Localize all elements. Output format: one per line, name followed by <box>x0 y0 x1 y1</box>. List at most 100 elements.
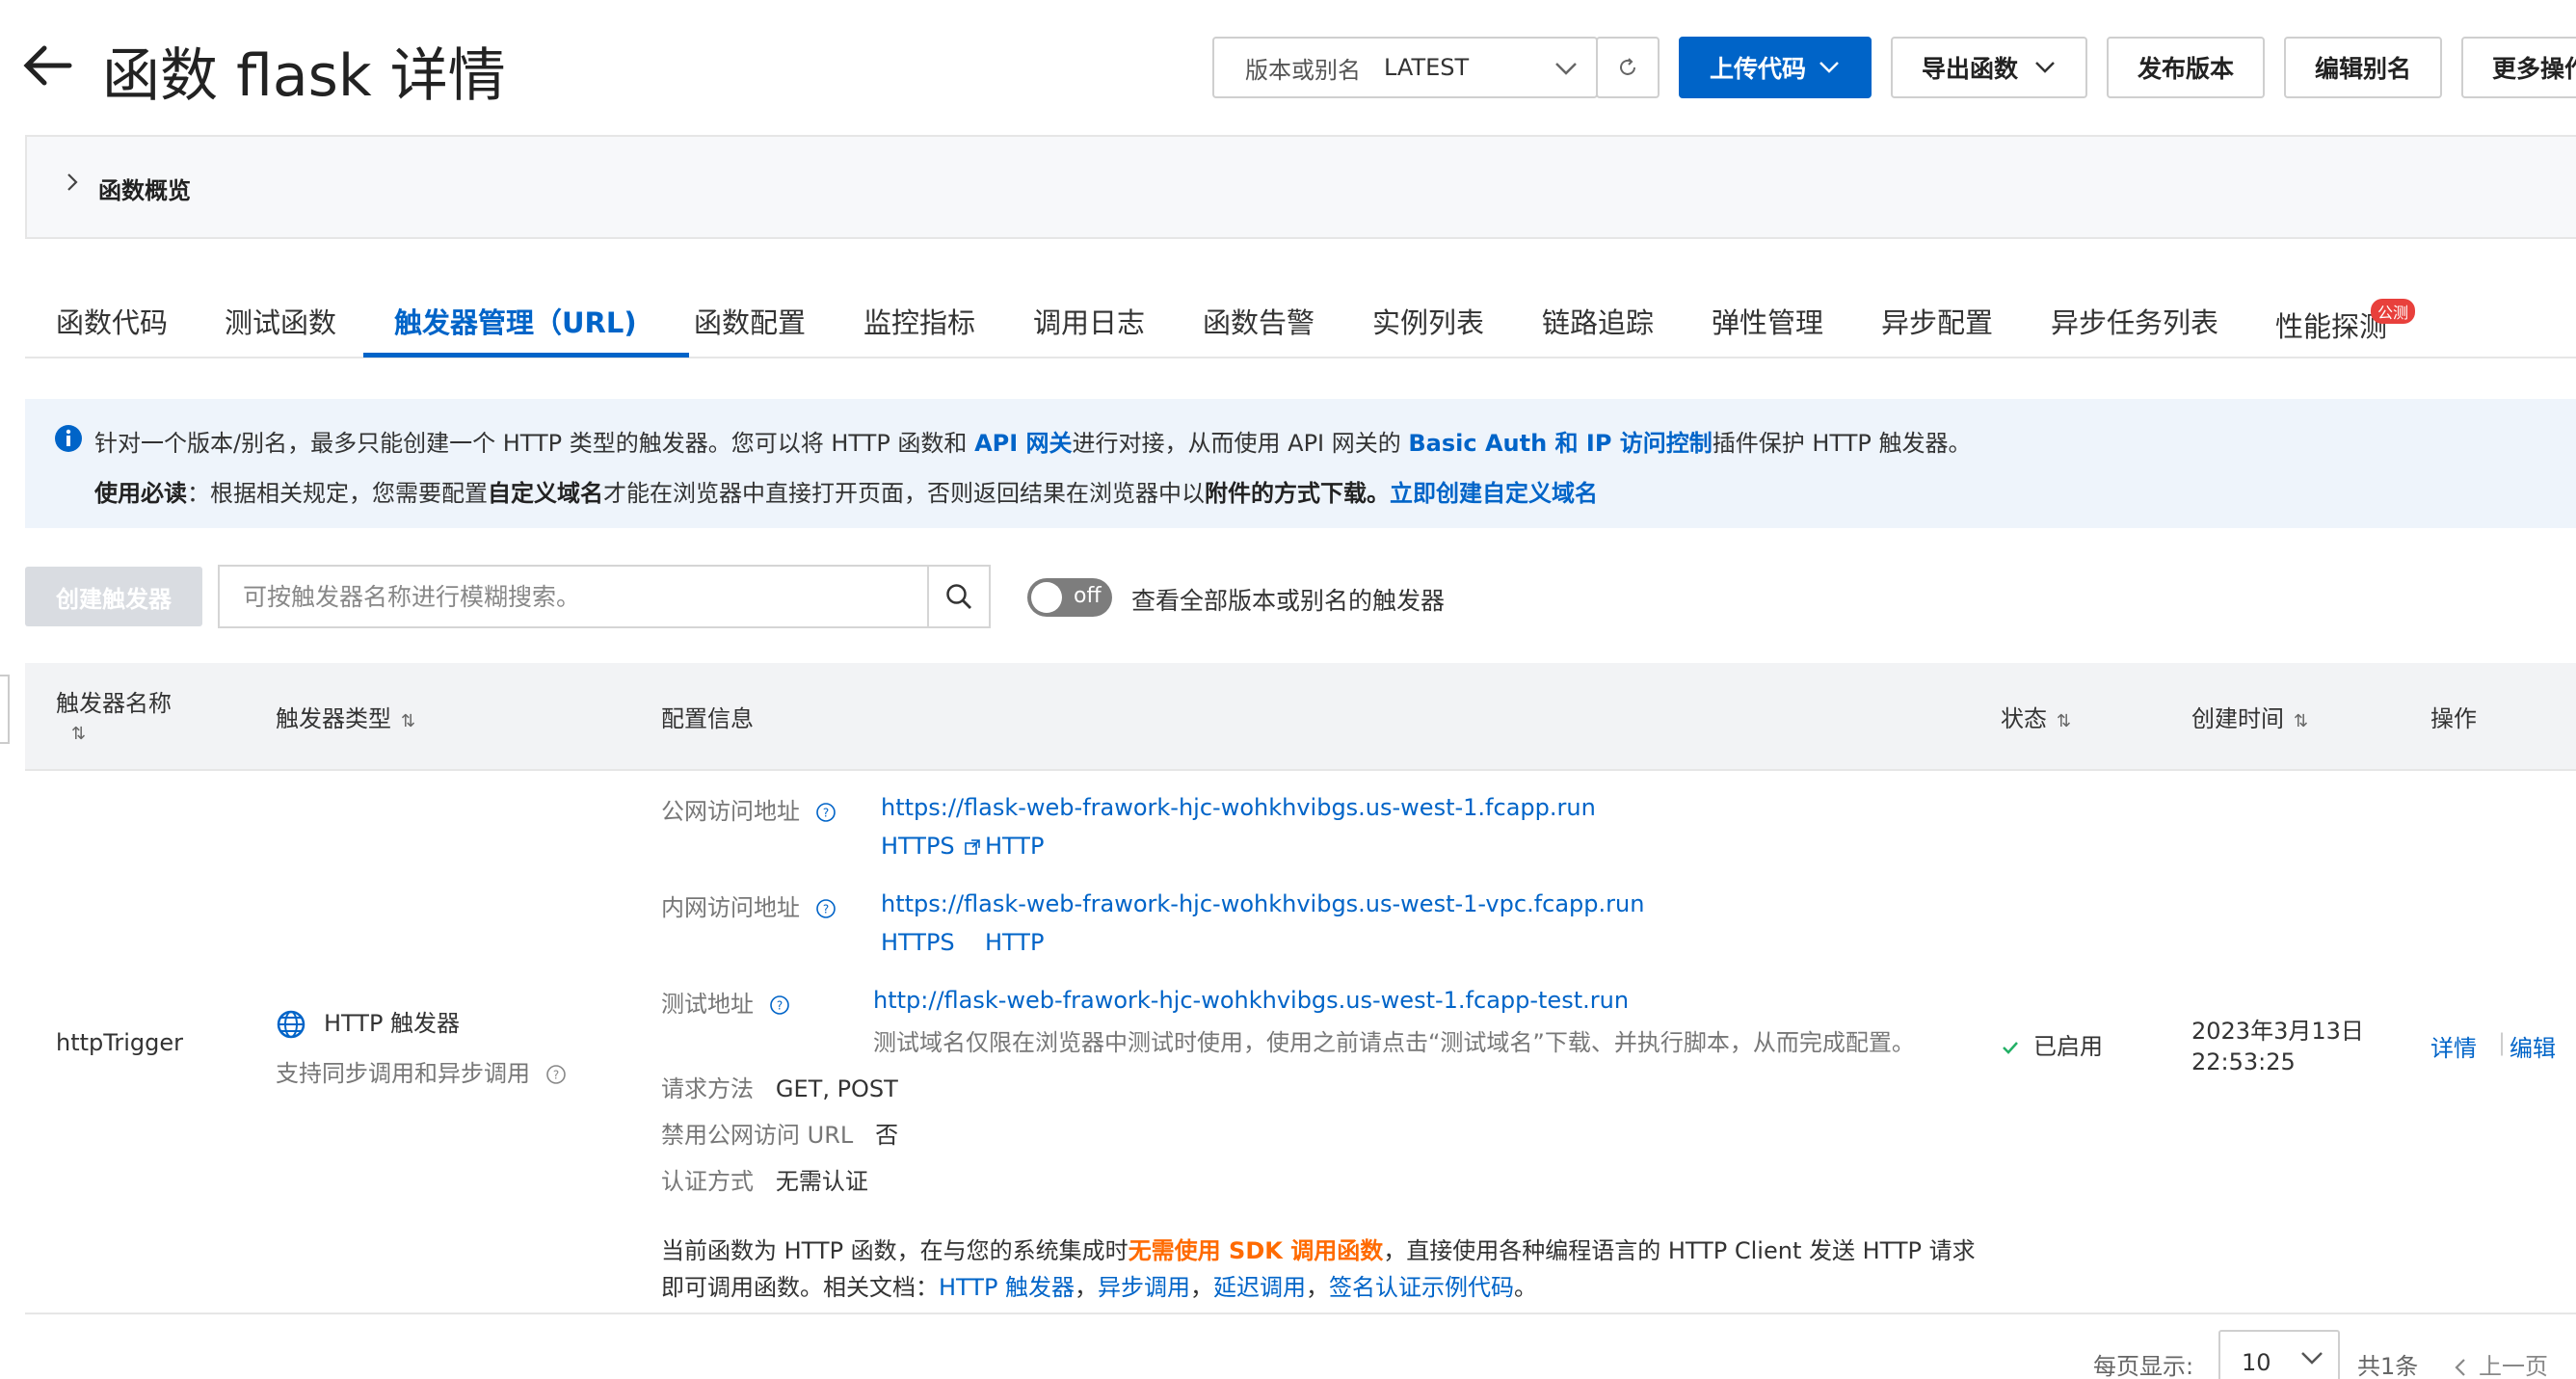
info-notice: 针对一个版本/别名，最多只能创建一个 HTTP 类型的触发器。您可以将 HTTP… <box>25 399 2576 528</box>
page-title: 函数 flask 详情 <box>102 42 506 110</box>
col-trigger-name[interactable]: 触发器名称 ⇅ <box>56 684 172 745</box>
per-page-select[interactable]: 10 <box>2218 1330 2340 1379</box>
tab-async-config[interactable]: 异步配置 <box>1881 301 1993 341</box>
tab-trigger-management[interactable]: 触发器管理（URL) <box>394 301 637 341</box>
info-icon <box>55 425 82 452</box>
function-overview-panel[interactable]: 函数概览 <box>25 135 2576 239</box>
detail-action[interactable]: 详情 <box>2430 1029 2477 1063</box>
public-https-link[interactable]: HTTPS <box>881 833 955 860</box>
action-divider: | <box>2498 1029 2507 1056</box>
side-drawer-handle[interactable] <box>0 675 10 744</box>
private-url-label: 内网访问地址 ? <box>661 888 837 922</box>
help-icon[interactable]: ? <box>769 994 790 1016</box>
sort-icon: ⇅ <box>2294 711 2309 731</box>
search-button[interactable] <box>927 565 991 628</box>
tab-function-code[interactable]: 函数代码 <box>56 301 168 341</box>
disable-public-url-label: 禁用公网访问 URL <box>661 1122 854 1149</box>
notice-line-2: 使用必读：根据相关规定，您需要配置自定义域名才能在浏览器中直接打开页面，否则返回… <box>94 474 1598 508</box>
notice-text: 才能在浏览器中直接打开页面，否则返回结果在浏览器中以 <box>603 480 1205 507</box>
active-tab-indicator <box>363 353 689 358</box>
note-highlight: 无需使用 SDK 调用函数 <box>1128 1237 1384 1264</box>
public-http-link[interactable]: HTTP <box>964 833 1044 860</box>
upload-code-button[interactable]: 上传代码 <box>1679 37 1872 98</box>
help-icon[interactable]: ? <box>815 898 837 919</box>
auth-method-label: 认证方式 <box>661 1168 754 1195</box>
public-http-label: HTTP <box>985 833 1045 860</box>
auth-method: 认证方式 无需认证 <box>661 1162 868 1196</box>
tab-instances[interactable]: 实例列表 <box>1372 301 1484 341</box>
upload-code-label: 上传代码 <box>1709 55 1806 83</box>
col-status-label: 状态 <box>2001 705 2047 732</box>
private-url-label-text: 内网访问地址 <box>661 894 800 921</box>
note-text: 即可调用函数。相关文档： <box>661 1274 939 1301</box>
edit-action[interactable]: 编辑 <box>2510 1029 2556 1063</box>
publish-version-button[interactable]: 发布版本 <box>2107 37 2265 98</box>
back-arrow-icon[interactable] <box>21 39 75 93</box>
export-function-button[interactable]: 导出函数 <box>1891 37 2087 98</box>
col-trigger-name-label: 触发器名称 <box>56 690 172 717</box>
create-custom-domain-link[interactable]: 立即创建自定义域名 <box>1390 480 1598 507</box>
svg-text:?: ? <box>822 807 828 820</box>
show-all-versions-toggle[interactable]: off <box>1027 578 1112 617</box>
request-method: 请求方法 GET, POST <box>661 1070 898 1103</box>
chevron-down-icon <box>2035 62 2055 73</box>
disable-public-url: 禁用公网访问 URL 否 <box>661 1116 898 1150</box>
notice-bold: 使用必读 <box>94 480 187 507</box>
col-status[interactable]: 状态 ⇅ <box>2001 700 2071 733</box>
tab-monitoring[interactable]: 监控指标 <box>863 301 975 341</box>
trigger-type: HTTP 触发器 <box>276 1004 460 1040</box>
notice-text: ：根据相关规定，您需要配置 <box>187 480 488 507</box>
version-alias-select[interactable]: 版本或别名 LATEST <box>1212 37 1598 98</box>
doc-link-signature[interactable]: 签名认证示例代码 <box>1329 1274 1514 1301</box>
toggle-label: 查看全部版本或别名的触发器 <box>1131 587 1446 615</box>
tab-async-tasks[interactable]: 异步任务列表 <box>2051 301 2218 341</box>
test-url-label-text: 测试地址 <box>661 991 754 1018</box>
chevron-down-icon <box>2301 1352 2323 1365</box>
chevron-left-icon <box>2455 1359 2465 1376</box>
notice-bold: 附件的方式下载。 <box>1205 480 1390 507</box>
test-url-link[interactable]: http://flask-web-frawork-hjc-wohkhvibgs.… <box>873 987 1629 1014</box>
http-function-note-line-2: 即可调用函数。相关文档：HTTP 触发器，异步调用，延迟调用，签名认证示例代码。 <box>661 1268 1537 1302</box>
public-url-label: 公网访问地址 ? <box>661 792 837 826</box>
col-created[interactable]: 创建时间 ⇅ <box>2191 700 2308 733</box>
col-trigger-type[interactable]: 触发器类型 ⇅ <box>276 700 415 733</box>
prev-page-button[interactable]: 上一页 <box>2452 1347 2548 1379</box>
tab-invocation-logs[interactable]: 调用日志 <box>1033 301 1145 341</box>
per-page-value: 10 <box>2242 1349 2271 1376</box>
tab-function-config[interactable]: 函数配置 <box>694 301 806 341</box>
edit-alias-button[interactable]: 编辑别名 <box>2284 37 2442 98</box>
auth-method-value: 无需认证 <box>775 1168 868 1195</box>
api-gateway-link[interactable]: API 网关 <box>974 430 1072 457</box>
public-url-link[interactable]: https://flask-web-frawork-hjc-wohkhvibgs… <box>881 794 1596 821</box>
doc-link-delay[interactable]: 延迟调用 <box>1213 1274 1306 1301</box>
private-url-link[interactable]: https://flask-web-frawork-hjc-wohkhvibgs… <box>881 890 1644 917</box>
tab-tracing[interactable]: 链路追踪 <box>1542 301 1654 341</box>
private-https-link[interactable]: HTTPS <box>881 929 955 956</box>
create-trigger-button[interactable]: 创建触发器 <box>25 567 202 626</box>
public-url-label-text: 公网访问地址 <box>661 798 800 825</box>
svg-text:?: ? <box>822 903 828 916</box>
trigger-search-input[interactable] <box>218 565 927 628</box>
doc-link-http-trigger[interactable]: HTTP 触发器 <box>939 1274 1075 1301</box>
created-time: 22:53:25 <box>2191 1048 2296 1075</box>
total-count: 共1条 <box>2357 1353 2419 1379</box>
created-date: 2023年3月13日 <box>2191 1018 2364 1045</box>
more-actions-button[interactable]: 更多操作 <box>2461 37 2576 98</box>
tab-test-function[interactable]: 测试函数 <box>225 301 336 341</box>
export-function-label: 导出函数 <box>1921 55 2018 83</box>
private-http-link[interactable]: HTTP <box>985 929 1044 956</box>
tab-scaling[interactable]: 弹性管理 <box>1712 301 1823 341</box>
per-page-label: 每页显示: <box>2093 1353 2194 1379</box>
note-text: ，直接使用各种编程语言的 HTTP Client 发送 HTTP 请求 <box>1383 1237 1976 1264</box>
basic-auth-link[interactable]: Basic Auth 和 IP 访问控制 <box>1408 430 1712 457</box>
toggle-state-text: off <box>1074 584 1102 608</box>
chevron-down-icon <box>1555 63 1577 75</box>
chevron-right-icon <box>67 173 78 191</box>
refresh-button[interactable] <box>1596 37 1660 98</box>
col-created-label: 创建时间 <box>2191 705 2284 732</box>
help-icon[interactable]: ? <box>545 1064 567 1085</box>
table-header: 触发器名称 ⇅ 触发器类型 ⇅ 配置信息 状态 ⇅ 创建时间 ⇅ 操作 <box>25 663 2576 771</box>
doc-link-async[interactable]: 异步调用 <box>1098 1274 1190 1301</box>
tab-function-alerts[interactable]: 函数告警 <box>1203 301 1315 341</box>
help-icon[interactable]: ? <box>815 802 837 823</box>
